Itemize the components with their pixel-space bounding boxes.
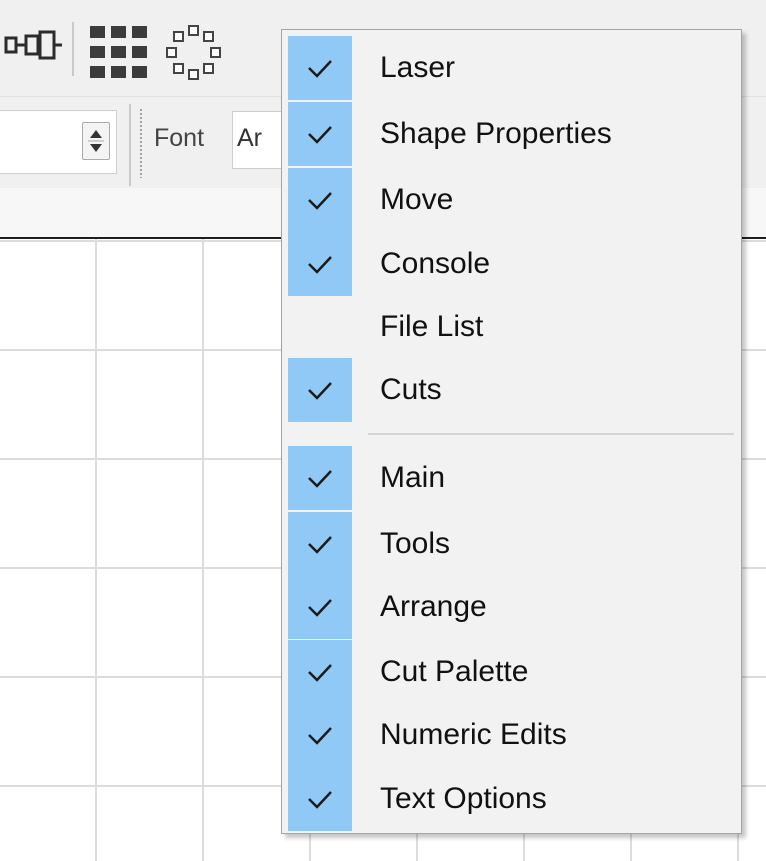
menu-item-cut-palette[interactable]: Cut Palette: [288, 640, 735, 704]
checkmark-icon: [308, 192, 332, 210]
menu-item-tools[interactable]: Tools: [288, 512, 735, 576]
checkmark-icon: [308, 664, 332, 682]
menu-item-label: Arrange: [380, 590, 487, 623]
checkmark-icon: [308, 470, 332, 488]
toolbar-separator: [129, 104, 131, 186]
checkmark-icon: [308, 126, 332, 144]
check-area: [288, 295, 352, 359]
menu-item-text-options[interactable]: Text Options: [288, 767, 735, 831]
menu-item-main[interactable]: Main: [288, 446, 735, 510]
menu-item-label: Main: [380, 461, 446, 494]
menu-item-cuts[interactable]: Cuts: [288, 358, 735, 422]
menu-item-label: File List: [380, 310, 484, 343]
check-area: [288, 36, 352, 100]
menu-item-file-list[interactable]: File List: [288, 295, 735, 359]
grid-array-icon[interactable]: [90, 26, 154, 78]
menu-item-label: Console: [380, 247, 491, 280]
check-area: [288, 358, 352, 422]
menu-item-shape-properties[interactable]: Shape Properties: [288, 102, 735, 166]
font-label: Font: [154, 124, 205, 152]
menu-item-arrange[interactable]: Arrange: [288, 575, 735, 639]
menu-item-numeric-edits[interactable]: Numeric Edits: [288, 703, 735, 767]
toolbar-separator: [72, 22, 74, 76]
menu-item-label: Text Options: [380, 782, 547, 815]
menu-item-label: Numeric Edits: [380, 718, 567, 751]
window-toggle-context-menu: Laser Shape Properties Move Console File…: [281, 29, 742, 834]
checkmark-icon: [308, 791, 332, 809]
menu-item-label: Cuts: [380, 373, 442, 406]
menu-item-label: Shape Properties: [380, 117, 612, 150]
check-area: [288, 703, 352, 767]
checkmark-icon: [308, 256, 332, 274]
check-area: [288, 232, 352, 296]
menu-item-label: Cut Palette: [380, 655, 529, 688]
menu-item-label: Laser: [380, 51, 456, 84]
checkmark-icon: [308, 599, 332, 617]
check-area: [288, 767, 352, 831]
checkmark-icon: [308, 60, 332, 78]
check-area: [288, 102, 352, 166]
check-area: [288, 575, 352, 639]
toolbar-grip-icon[interactable]: [139, 108, 143, 178]
menu-separator: [368, 433, 734, 435]
checkmark-icon: [308, 727, 332, 745]
check-area: [288, 640, 352, 704]
menu-item-label: Move: [380, 183, 454, 216]
menu-item-console[interactable]: Console: [288, 232, 735, 296]
menu-item-label: Tools: [380, 527, 451, 560]
checkmark-icon: [308, 382, 332, 400]
menu-item-move[interactable]: Move: [288, 168, 735, 232]
checkmark-icon: [308, 536, 332, 554]
boolean-union-icon[interactable]: [4, 30, 74, 60]
check-area: [288, 446, 352, 510]
menu-item-laser[interactable]: Laser: [288, 36, 735, 100]
check-area: [288, 512, 352, 576]
circular-array-icon[interactable]: [164, 24, 224, 82]
check-area: [288, 168, 352, 232]
spin-updown-icon[interactable]: [82, 122, 110, 160]
